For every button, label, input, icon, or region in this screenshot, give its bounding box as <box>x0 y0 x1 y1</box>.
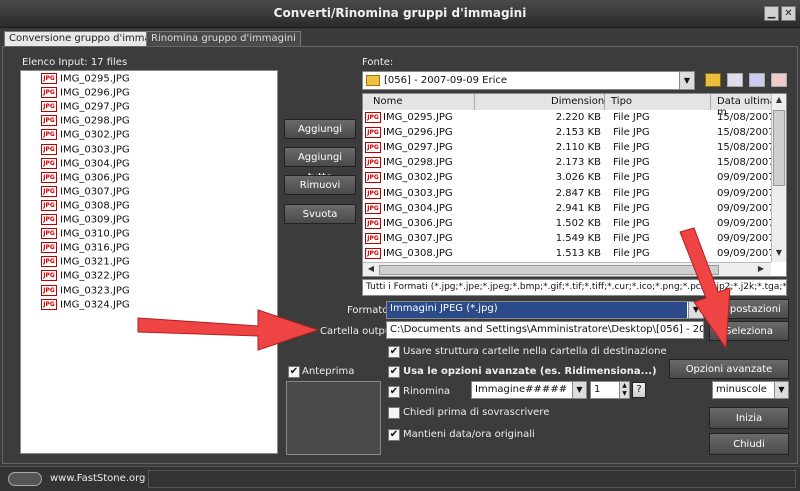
annotation-arrow-output <box>137 309 320 351</box>
annotation-arrow-advanced <box>679 227 731 350</box>
annotation-arrows <box>137 227 731 351</box>
